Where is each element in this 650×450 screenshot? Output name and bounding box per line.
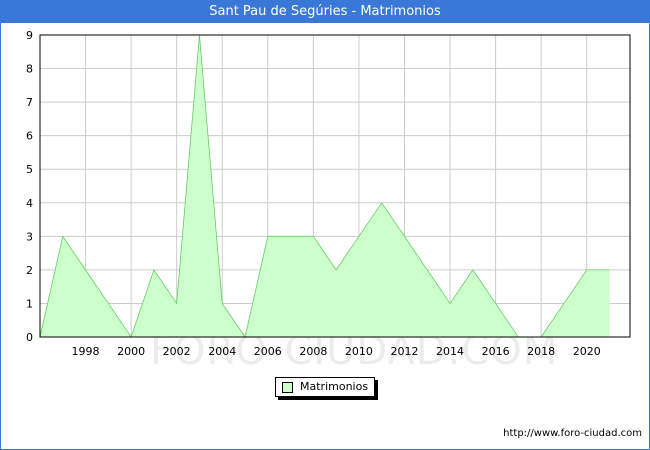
y-tick-label: 6 [26,130,33,143]
y-tick-label: 7 [26,96,33,109]
x-tick-label: 1998 [72,345,100,358]
y-tick-label: 3 [26,230,33,243]
y-tick-label: 4 [26,197,33,210]
legend-label: Matrimonios [300,380,369,393]
x-tick-label: 2020 [573,345,601,358]
x-tick-label: 2018 [527,345,555,358]
x-tick-label: 2014 [436,345,464,358]
x-tick-label: 2002 [163,345,191,358]
legend: Matrimonios [275,377,375,397]
x-tick-label: 2010 [345,345,373,358]
y-tick-label: 1 [26,297,33,310]
x-tick-label: 2000 [117,345,145,358]
x-tick-label: 2004 [208,345,236,358]
x-tick-label: 2012 [390,345,418,358]
y-tick-label: 2 [26,264,33,277]
source-link[interactable]: http://www.foro-ciudad.com [503,428,642,439]
x-tick-label: 2008 [299,345,327,358]
y-tick-label: 0 [26,331,33,344]
legend-swatch [282,382,293,393]
y-tick-label: 5 [26,163,33,176]
x-tick-label: 2016 [482,345,510,358]
y-tick-label: 9 [26,29,33,42]
x-tick-label: 2006 [254,345,282,358]
y-tick-label: 8 [26,63,33,76]
